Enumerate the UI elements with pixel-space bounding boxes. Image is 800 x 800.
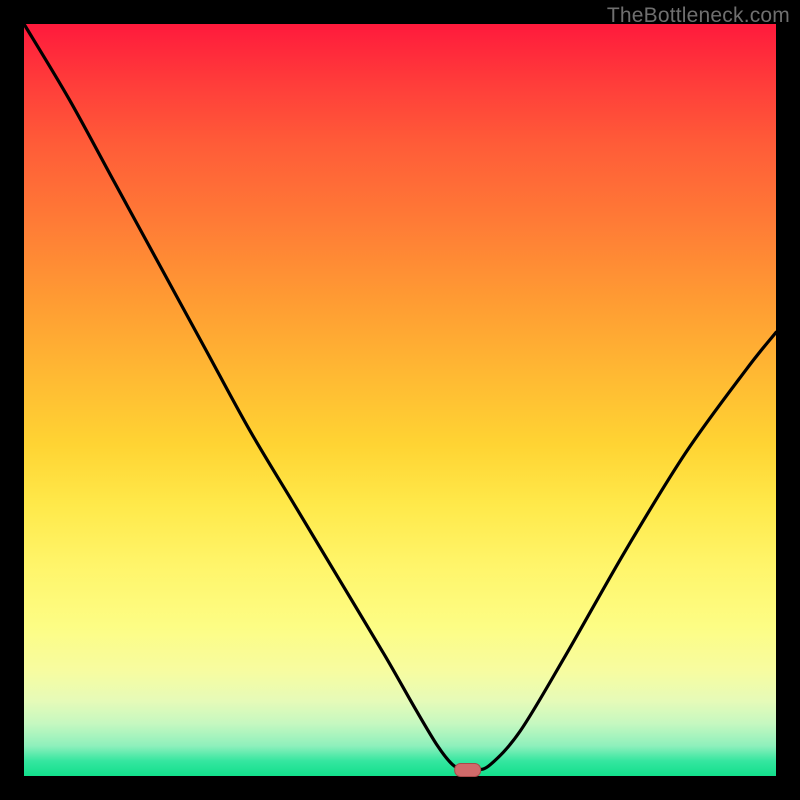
bottleneck-curve xyxy=(24,24,776,771)
watermark-text: TheBottleneck.com xyxy=(607,4,790,28)
bottleneck-curve-svg xyxy=(24,24,776,776)
plot-area xyxy=(24,24,776,776)
optimal-point-marker xyxy=(455,763,481,776)
chart-frame: TheBottleneck.com xyxy=(0,0,800,800)
